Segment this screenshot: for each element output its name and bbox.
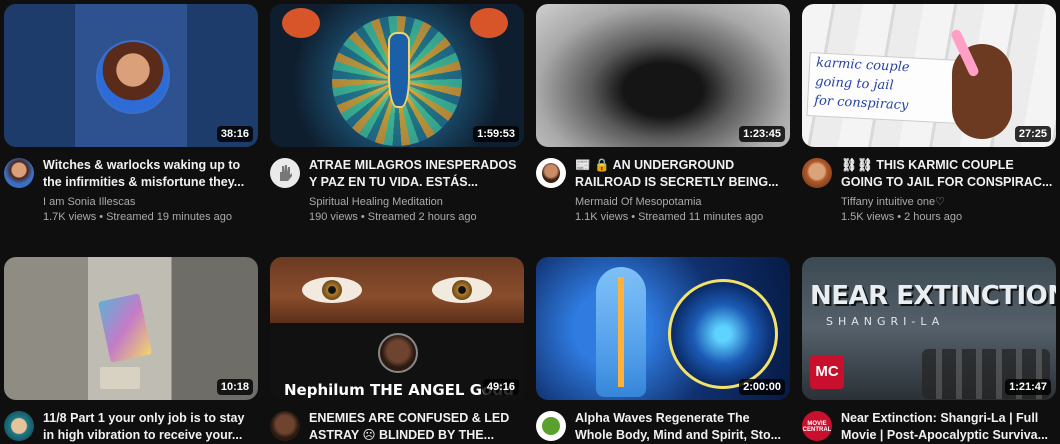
channel-avatar[interactable]: MOVIE CENTRAL [802, 411, 832, 441]
thumbnail-tarot-card [100, 367, 140, 389]
thumbnail-peacock [388, 32, 410, 108]
channel-avatar[interactable] [4, 158, 34, 188]
video-card[interactable]: Nephilum THE ANGEL Godd 49:16 ENEMIES AR… [270, 257, 524, 444]
channel-avatar[interactable] [536, 411, 566, 441]
thumbnail-flower [282, 8, 320, 38]
video-duration: 10:18 [216, 379, 253, 395]
thumbnail-handwritten-note: karmic couple going to jail for conspira… [806, 52, 962, 124]
thumbnail-title: NEAR EXTINCTION [810, 281, 1056, 311]
view-count: 1.5K views [841, 211, 895, 223]
channel-avatar[interactable] [802, 158, 832, 188]
thumbnail-tarot-card [98, 293, 152, 363]
video-thumbnail[interactable]: 38:16 [4, 4, 258, 147]
video-thumbnail[interactable]: 10:18 [4, 257, 258, 400]
avatar-text: MOVIE CENTRAL [802, 421, 832, 433]
video-duration: 1:21:47 [1005, 379, 1051, 395]
video-duration: 1:59:53 [473, 126, 519, 142]
video-thumbnail[interactable]: Nephilum THE ANGEL Godd 49:16 [270, 257, 524, 400]
video-duration: 1:23:45 [739, 126, 785, 142]
upload-time: 2 hours ago [904, 211, 963, 223]
video-title[interactable]: Witches & warlocks waking up to the infi… [43, 157, 258, 191]
video-title[interactable]: ⛓⛓ THIS KARMIC COUPLE GOING TO JAIL FOR … [841, 157, 1056, 191]
video-thumbnail[interactable]: 1:59:53 [270, 4, 524, 147]
thumbnail-eye [432, 277, 492, 303]
video-card[interactable]: 10:18 11/8 Part 1 your only job is to st… [4, 257, 258, 444]
view-count: 1.1K views [575, 211, 629, 223]
channel-name[interactable]: Tiffany intuitive one♡ [841, 195, 1056, 210]
video-stats: 1.5K views • 2 hours ago [841, 211, 963, 223]
video-card[interactable]: 1:59:53 ATRAE MILAGROS INESPERADOS Y PAZ… [270, 4, 524, 225]
channel-avatar[interactable] [536, 158, 566, 188]
video-stats: 1.7K views • Streamed 19 minutes ago [43, 211, 233, 223]
thumbnail-spine [618, 277, 624, 387]
thumbnail-flower [470, 8, 508, 38]
thumbnail-portrait [96, 40, 170, 114]
video-title[interactable]: ENEMIES ARE CONFUSED & LED ASTRAY ☹ BLIN… [309, 410, 524, 444]
channel-name[interactable]: Mermaid Of Mesopotamia [575, 195, 790, 210]
channel-avatar[interactable] [4, 411, 34, 441]
video-card[interactable]: 2:00:00 Alpha Waves Regenerate The Whole… [536, 257, 790, 444]
video-card[interactable]: karmic couple going to jail for conspira… [802, 4, 1056, 225]
video-title[interactable]: 11/8 Part 1 your only job is to stay in … [43, 410, 258, 444]
upload-time: Streamed 2 hours ago [367, 211, 477, 223]
thumbnail-subtitle: SHANGRI-LA [826, 315, 945, 328]
video-title[interactable]: ATRAE MILAGROS INESPERADOS Y PAZ EN TU V… [309, 157, 524, 191]
video-duration: 2:00:00 [739, 379, 785, 395]
video-duration: 27:25 [1014, 126, 1051, 142]
video-title[interactable]: Near Extinction: Shangri-La | Full Movie… [841, 410, 1056, 444]
video-thumbnail[interactable]: 2:00:00 [536, 257, 790, 400]
upload-time: Streamed 11 minutes ago [638, 211, 764, 223]
video-thumbnail[interactable]: 1:23:45 [536, 4, 790, 147]
video-card[interactable]: 38:16 Witches & warlocks waking up to th… [4, 4, 258, 225]
channel-avatar[interactable] [270, 158, 300, 188]
thumbnail-logo: MC [810, 355, 844, 389]
video-card[interactable]: NEAR EXTINCTION SHANGRI-LA MC 1:21:47 MO… [802, 257, 1056, 444]
upload-time: Streamed 19 minutes ago [106, 211, 233, 223]
video-stats: 190 views • Streamed 2 hours ago [309, 211, 477, 223]
video-duration: 38:16 [216, 126, 253, 142]
video-title[interactable]: Alpha Waves Regenerate The Whole Body, M… [575, 410, 790, 444]
video-duration: 49:16 [482, 379, 519, 395]
view-count: 190 views [309, 211, 358, 223]
channel-avatar[interactable] [270, 411, 300, 441]
channel-name[interactable]: Spiritual Healing Meditation [309, 195, 524, 210]
video-thumbnail[interactable]: NEAR EXTINCTION SHANGRI-LA MC 1:21:47 [802, 257, 1056, 400]
thumbnail-portrait [378, 333, 418, 373]
video-card[interactable]: 1:23:45 📰 🔒 AN UNDERGROUND RAILROAD IS S… [536, 4, 790, 225]
thumbnail-caption: Nephilum THE ANGEL Godd [284, 381, 514, 399]
thumbnail-eye [302, 277, 362, 303]
thumbnail-neurons [668, 279, 778, 389]
video-stats: 1.1K views • Streamed 11 minutes ago [575, 211, 764, 223]
view-count: 1.7K views [43, 211, 97, 223]
hand-icon [280, 165, 292, 181]
video-title[interactable]: 📰 🔒 AN UNDERGROUND RAILROAD IS SECRETLY … [575, 157, 790, 191]
video-thumbnail[interactable]: karmic couple going to jail for conspira… [802, 4, 1056, 147]
channel-name[interactable]: I am Sonia Illescas [43, 195, 258, 210]
